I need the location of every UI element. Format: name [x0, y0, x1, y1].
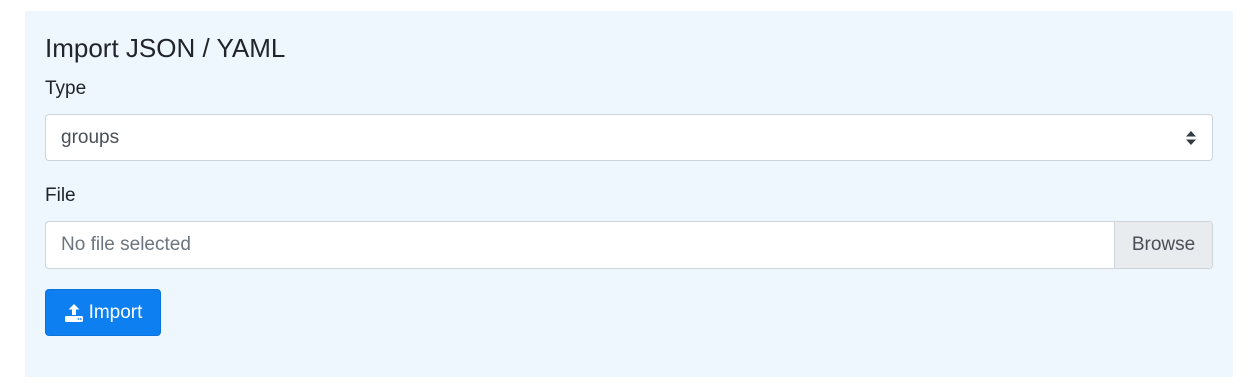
- import-button-label: Import: [88, 301, 143, 323]
- import-panel: Import JSON / YAML Type groups File No f…: [25, 11, 1233, 377]
- type-select[interactable]: groups: [45, 114, 1213, 161]
- type-label: Type: [45, 78, 87, 99]
- panel-title: Import JSON / YAML: [45, 33, 286, 63]
- upload-icon: [64, 303, 84, 323]
- type-select-value: groups: [61, 126, 120, 148]
- import-button[interactable]: Import: [45, 289, 161, 336]
- file-label: File: [45, 185, 76, 206]
- browse-button[interactable]: Browse: [1114, 222, 1212, 268]
- file-name-placeholder: No file selected: [61, 234, 191, 255]
- file-input[interactable]: No file selected Browse: [45, 221, 1213, 269]
- sort-caret-icon: [1185, 130, 1197, 146]
